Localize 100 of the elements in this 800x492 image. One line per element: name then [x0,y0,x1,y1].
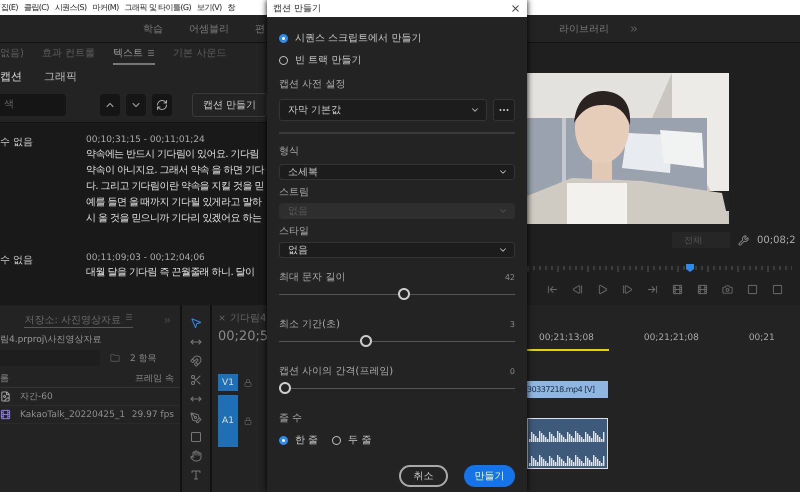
slider-label: 최소 기간(초) [279,318,340,331]
sub-tab[interactable]: 캡션 [0,68,22,84]
transcript-line: 예를 들면 올 때까지 기다릴 있게라고 말하 [86,196,263,209]
workspace-tab[interactable]: 학습 [143,22,163,36]
dialog-title: 캡션 만들기 [273,3,321,15]
slider-value: 42 [504,272,515,282]
refresh-button[interactable] [152,94,172,116]
play-icon[interactable] [597,284,608,295]
overflow-icon[interactable] [163,316,172,324]
radio-button[interactable] [279,436,288,444]
menu-icon[interactable] [147,49,156,57]
cancel-button[interactable]: 취소 [399,465,448,487]
menu-item[interactable]: 집(E) [0,2,19,13]
radio-option[interactable]: 두 줄 [332,429,372,451]
lock-icon[interactable] [244,378,252,386]
down-button[interactable] [126,94,146,116]
refresh-icon [156,98,168,110]
timecode: 00;20;5 [218,328,267,344]
field-label: 스타일 [279,225,310,238]
dropdown[interactable]: 소세복 [279,164,515,180]
radio-option[interactable]: 시퀀스 스크립트에서 만들기 [279,27,515,49]
menu-icon[interactable] [125,312,133,320]
slider-thumb[interactable] [360,335,372,347]
close-icon [510,3,521,14]
dropdown[interactable]: 없음 [279,242,515,258]
mark-out-icon[interactable] [647,284,658,295]
wrench-icon[interactable] [738,234,749,246]
timecode: 00;11;09;03 - 00;12;04;06 [86,253,206,263]
transcript-line: 약속에는 반드시 기다림이 있어요. 기다림 [86,148,260,161]
track-label[interactable]: V1 [218,374,238,391]
menu-item[interactable]: 클립(C) [22,2,50,13]
field-label: 형식 [279,145,300,158]
up-button[interactable] [100,94,120,116]
workspace-tab[interactable]: 어셈블리 [189,22,229,36]
lock-icon[interactable] [244,417,252,425]
graphic-file-icon [0,391,11,402]
slider-value: 3 [510,320,515,328]
overflow-icon[interactable] [629,24,639,34]
item-count: 2 항목 [130,352,157,364]
razor-icon[interactable] [190,374,202,386]
column-header[interactable]: 름 [0,372,9,385]
ruler-time: 00;21;21;08 [644,333,699,345]
type-icon[interactable] [190,469,202,481]
frame-rate: 29.97 fps [132,410,174,420]
field-label: 줄 수 [279,412,304,425]
workspace-tab[interactable]: 편 [255,22,265,36]
menu-item[interactable]: 그래픽 및 타이틀(G) [124,2,192,13]
rectangle-icon[interactable] [190,431,202,443]
menu-item[interactable]: 시퀀스(S) [54,2,88,13]
workspace-tab[interactable]: 라이브러리 [559,22,609,36]
step-forward-icon[interactable] [622,284,633,295]
pen-icon[interactable] [190,412,202,424]
ruler-time: 00;21 [748,333,775,345]
project-item[interactable]: KakaoTalk_20220425_1 29.97 fps [0,406,180,424]
transcript-line: 약속이 아니지요. 그래서 약속 을 하면 기다 [86,164,266,177]
radio-option[interactable]: 빈 트랙 만들기 [279,49,515,71]
close-button[interactable] [510,3,521,14]
transcript-line: 대월 달을 기다림 즉 끈월줄래 하니. 달이 [86,266,256,279]
mark-in-icon[interactable] [547,284,558,295]
item-name: KakaoTalk_20220425_1 [20,410,126,420]
project-item[interactable]: 자간-60 [0,388,180,406]
field-label: 스트림 [279,186,310,199]
video-file-icon [0,409,11,420]
slider-label: 캡션 사이의 간격(프레임) [279,365,394,378]
timecode: 00;08;2 [757,234,796,246]
radio-button[interactable] [279,34,288,42]
track-label[interactable]: A1 [218,395,238,447]
close-icon[interactable] [218,314,226,322]
panel-tab[interactable]: 저장소: 사진영상자료 [24,312,133,328]
selection-tool-icon[interactable] [190,317,202,329]
speaker-label: 수 없음 [0,254,34,267]
slider-thumb[interactable] [279,382,291,394]
speaker-label: 수 없음 [0,136,34,149]
more-button[interactable] [493,99,515,121]
item-name: 자간-60 [20,391,54,403]
camera-icon[interactable] [722,284,733,295]
radio-button[interactable] [279,56,288,64]
radio-button[interactable] [332,436,342,444]
step-back-icon[interactable] [572,284,583,295]
transcript-line: 다. 그리고 기다림이란 약속을 지킬 것을 믿 [86,180,265,193]
hand-icon[interactable] [190,450,202,462]
timecode: 00;10;31;15 - 00;11;01;24 [86,135,206,145]
slider-label: 최대 문자 길이 [279,271,346,284]
folder-icon[interactable] [110,353,120,363]
transcript-line: 시 올 것을 믿으니까 기다리 있겠어요 하는 [86,212,262,225]
menu-item[interactable]: 마커(M) [91,2,120,13]
slider-thumb[interactable] [398,288,410,300]
create-button[interactable]: 만들기 [464,465,515,487]
radio-option[interactable]: 한 줄 [279,429,318,451]
menu-item[interactable]: 보기(V) [196,2,223,13]
project-path: 림4.prproj\사진영상자료 [0,334,102,346]
column-header[interactable]: 프레임 속 [135,372,174,385]
menu-item[interactable]: 창 [226,2,236,13]
ruler-time: 00;21;13;08 [539,333,594,345]
field-label: 캡션 사전 설정 [279,78,346,91]
search-field[interactable]: 색 [0,94,66,116]
slider-value: 0 [510,366,515,376]
preset-dropdown[interactable]: 자막 기본값 [279,99,487,121]
create-captions-button[interactable]: 캡션 만들기 [192,92,267,116]
sub-tab[interactable]: 그래픽 [44,68,77,84]
